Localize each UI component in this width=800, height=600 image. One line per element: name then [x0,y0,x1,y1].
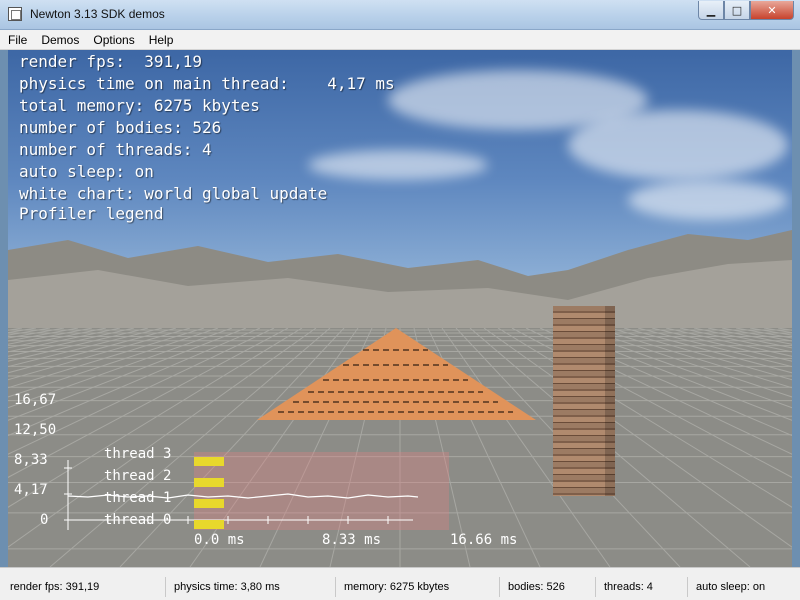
status-auto-sleep: auto sleep: on [696,581,766,593]
menu-options[interactable]: Options [93,33,134,47]
status-bodies: bodies: 526 [504,577,596,597]
thread-1-label: thread 1 [104,490,172,506]
profiler-x-label: 0.0 ms [194,532,245,548]
maximize-button[interactable]: □ [724,1,750,20]
profiler-x-label: 8.33 ms [322,532,382,548]
status-threads: threads: 4 [600,577,688,597]
thread-2-label: thread 2 [104,468,172,484]
status-memory: memory: 6275 kbytes [340,577,500,597]
profiler-y-label: 4,17 [14,482,48,498]
menu-bar: File Demos Options Help [0,30,800,50]
thread-2-swatch [194,478,224,487]
thread-1-swatch [194,499,224,508]
thread-3-swatch [194,457,224,466]
menu-help[interactable]: Help [149,33,174,47]
app-window-icon[interactable] [8,7,22,21]
thread-3-label: thread 3 [104,446,172,462]
close-button[interactable]: ✕ [750,1,794,20]
window-controls: ▁ □ ✕ [698,1,794,20]
status-fps: render fps: 391,19 [6,577,166,597]
menu-demos[interactable]: Demos [41,33,79,47]
profiler-x-label: 16.66 ms [450,532,518,548]
profiler-y-label: 0 [40,512,49,528]
profiler-y-label: 8,33 [14,452,48,468]
window-title: Newton 3.13 SDK demos [30,7,165,21]
status-physics-time: physics time: 3,80 ms [170,577,336,597]
thread-0-label: thread 0 [104,512,172,528]
title-bar: Newton 3.13 SDK demos ▁ □ ✕ [0,0,800,30]
minimize-icon: ▁ [706,3,716,17]
minimize-button[interactable]: ▁ [698,1,724,20]
close-icon: ✕ [767,3,777,17]
thread-0-swatch [194,520,224,529]
maximize-icon: □ [731,3,743,17]
menu-file[interactable]: File [8,33,27,47]
status-bar: render fps: 391,19 physics time: 3,80 ms… [0,567,800,600]
profiler-y-label: 16,67 [14,392,57,408]
profiler-panel [194,452,449,530]
profiler-y-label: 12,50 [14,422,57,438]
render-viewport[interactable]: render fps: 391,19 physics time on main … [8,50,792,567]
